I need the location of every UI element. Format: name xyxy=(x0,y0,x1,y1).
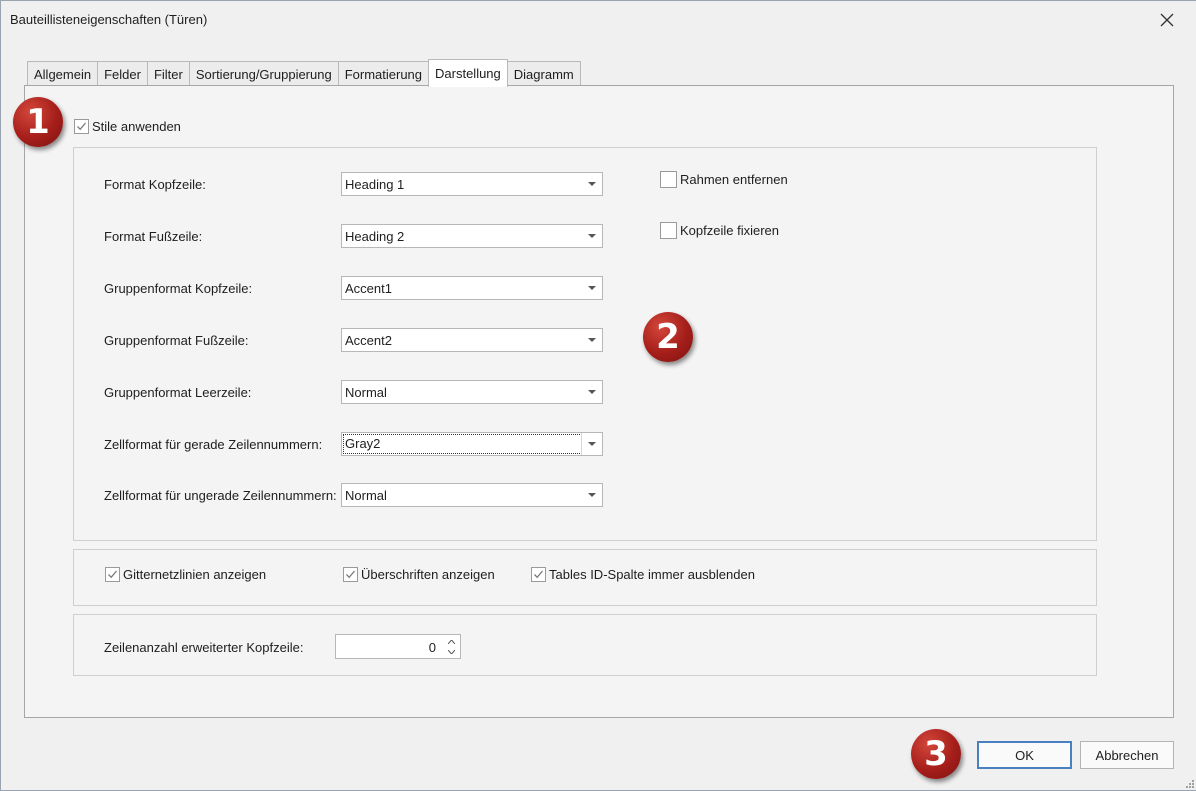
checkmark-icon xyxy=(77,122,86,131)
tab-allgemein[interactable]: Allgemein xyxy=(27,61,99,86)
spin-up-icon[interactable] xyxy=(444,637,458,647)
even-row-format-dropdown[interactable]: Gray2 xyxy=(341,432,603,456)
group-blank-format-dropdown[interactable]: Normal xyxy=(341,380,603,404)
annotation-badge-1: 1 xyxy=(13,97,63,147)
group-header-format-dropdown[interactable]: Accent1 xyxy=(341,276,603,300)
close-icon xyxy=(1160,13,1174,27)
group-header-format-label: Gruppenformat Kopfzeile: xyxy=(104,281,253,296)
tab-filter[interactable]: Filter xyxy=(146,61,190,86)
tab-formatierung[interactable]: Formatierung xyxy=(337,61,430,86)
dropdown-value: Accent2 xyxy=(345,333,392,348)
chevron-down-icon xyxy=(582,225,602,247)
odd-row-format-dropdown[interactable]: Normal xyxy=(341,483,603,507)
show-gridlines-checkbox[interactable]: Gitternetzlinien anzeigen xyxy=(105,567,266,582)
dropdown-value: Heading 1 xyxy=(345,177,405,192)
chevron-down-icon xyxy=(582,173,602,195)
checkbox-box xyxy=(105,567,120,582)
group-footer-format-label: Gruppenformat Fußzeile: xyxy=(104,333,249,348)
freeze-header-label: Kopfzeile fixieren xyxy=(680,223,779,238)
tab-diagramm[interactable]: Diagramm xyxy=(506,61,581,86)
chevron-down-icon xyxy=(582,277,602,299)
remove-border-checkbox[interactable]: Rahmen entfernen xyxy=(660,171,788,188)
show-gridlines-label: Gitternetzlinien anzeigen xyxy=(123,567,267,582)
even-row-format-label: Zellformat für gerade Zeilennummern: xyxy=(104,437,323,452)
cancel-button[interactable]: Abbrechen xyxy=(1080,741,1174,769)
extended-header-spinner[interactable]: 0 xyxy=(335,634,461,659)
spin-down-icon[interactable] xyxy=(444,647,458,657)
dropdown-value: Normal xyxy=(345,488,387,503)
apply-styles-label: Stile anwenden xyxy=(92,119,181,134)
dialog-window: Bauteillisteneigenschaften (Türen) Allge… xyxy=(0,0,1196,791)
window-title: Bauteillisteneigenschaften (Türen) xyxy=(10,12,208,27)
dropdown-value: Normal xyxy=(345,385,387,400)
show-headings-label: Überschriften anzeigen xyxy=(361,567,495,582)
format-header-dropdown[interactable]: Heading 1 xyxy=(341,172,603,196)
group-blank-format-label: Gruppenformat Leerzeile: xyxy=(104,385,252,400)
apply-styles-checkbox[interactable]: Stile anwenden xyxy=(74,119,181,134)
checkmark-icon xyxy=(108,570,117,579)
checkbox-box xyxy=(660,171,677,188)
tab-strip: Allgemein Felder Filter Sortierung/Grupp… xyxy=(27,59,581,87)
hide-id-column-checkbox[interactable]: Tables ID-Spalte immer ausblenden xyxy=(531,567,755,582)
format-header-label: Format Kopfzeile: xyxy=(104,177,206,192)
title-bar: Bauteillisteneigenschaften (Türen) xyxy=(1,1,1196,39)
remove-border-label: Rahmen entfernen xyxy=(680,172,788,187)
group-footer-format-dropdown[interactable]: Accent2 xyxy=(341,328,603,352)
show-headings-checkbox[interactable]: Überschriften anzeigen xyxy=(343,567,495,582)
tab-felder[interactable]: Felder xyxy=(97,61,148,86)
chevron-down-icon xyxy=(582,381,602,403)
checkmark-icon xyxy=(534,570,543,579)
extended-header-label: Zeilenanzahl erweiterter Kopfzeile: xyxy=(104,640,304,655)
tab-sortierung-gruppierung[interactable]: Sortierung/Gruppierung xyxy=(188,61,339,86)
ok-button[interactable]: OK xyxy=(977,741,1072,769)
dropdown-value: Accent1 xyxy=(345,281,392,296)
format-footer-dropdown[interactable]: Heading 2 xyxy=(341,224,603,248)
chevron-down-icon xyxy=(582,329,602,351)
annotation-badge-2: 2 xyxy=(643,312,693,362)
freeze-header-checkbox[interactable]: Kopfzeile fixieren xyxy=(660,222,779,239)
close-button[interactable] xyxy=(1151,5,1183,35)
dropdown-value: Gray2 xyxy=(343,434,582,454)
resize-grip-icon[interactable] xyxy=(1184,778,1194,788)
annotation-badge-3: 3 xyxy=(911,729,961,779)
chevron-down-icon xyxy=(581,433,602,455)
checkbox-box xyxy=(343,567,358,582)
checkbox-box xyxy=(74,119,89,134)
odd-row-format-label: Zellformat für ungerade Zeilennummern: xyxy=(104,488,337,503)
checkbox-box xyxy=(660,222,677,239)
dropdown-value: Heading 2 xyxy=(345,229,405,244)
checkbox-box xyxy=(531,567,546,582)
hide-id-column-label: Tables ID-Spalte immer ausblenden xyxy=(549,567,755,582)
checkmark-icon xyxy=(346,570,355,579)
spinner-value: 0 xyxy=(428,640,436,655)
format-footer-label: Format Fußzeile: xyxy=(104,229,203,244)
tab-darstellung[interactable]: Darstellung xyxy=(428,59,508,87)
chevron-down-icon xyxy=(582,484,602,506)
